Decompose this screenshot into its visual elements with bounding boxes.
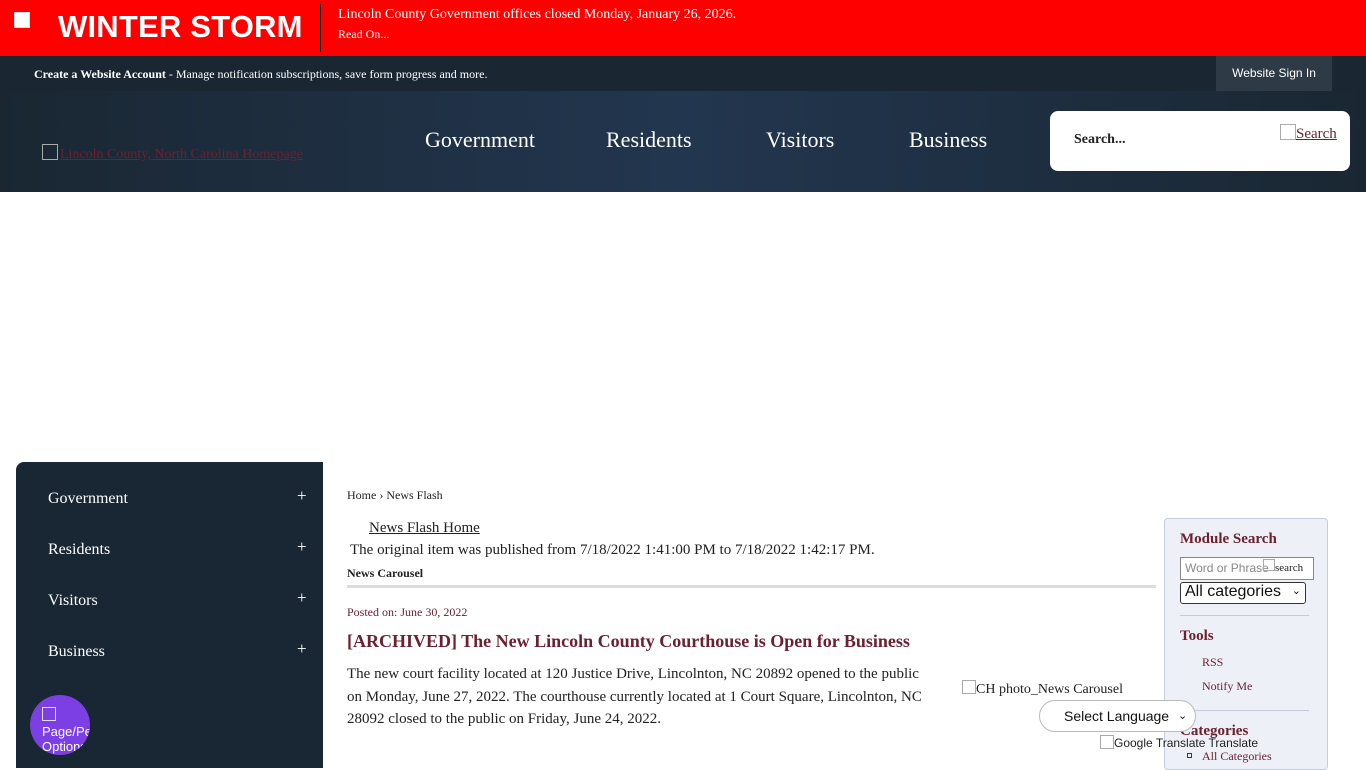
create-account-link[interactable]: Create a Website Account — [34, 67, 166, 81]
breadcrumb: Home › News Flash — [347, 488, 443, 503]
website-sign-in-button[interactable]: Website Sign In — [1216, 56, 1332, 91]
breadcrumb-separator: › — [379, 488, 384, 502]
google-translate-alt: Google Translate — [1114, 736, 1206, 750]
breadcrumb-home[interactable]: Home — [347, 488, 376, 502]
article-body: The new court facility located at 120 Ju… — [347, 666, 922, 727]
nav-visitors[interactable]: Visitors — [766, 127, 834, 153]
expand-government-icon[interactable]: + — [297, 486, 307, 506]
search-icon — [1280, 124, 1296, 140]
google-logo-icon — [1100, 735, 1114, 749]
site-logo[interactable]: Lincoln County, North Carolina Homepage — [42, 144, 303, 163]
select-language-label: Select Language — [1064, 708, 1170, 724]
search-button-label: Search — [1296, 126, 1337, 142]
translate-label: Translate — [1208, 736, 1259, 750]
nav-residents[interactable]: Residents — [606, 127, 692, 153]
article-headline[interactable]: [ARCHIVED] The New Lincoln County Courth… — [347, 631, 910, 652]
select-language-dropdown[interactable]: Select Language ⌄ — [1039, 700, 1196, 732]
module-search-button[interactable]: search — [1263, 559, 1303, 574]
photo-alt: CH photo_News Carousel — [976, 682, 1123, 697]
module-search-button-label: search — [1275, 562, 1304, 574]
article-category: News Carousel — [347, 566, 424, 580]
alert-image — [14, 12, 36, 44]
nav-government[interactable]: Government — [425, 127, 535, 153]
alert-bar: WINTER STORM Lincoln County Government o… — [0, 0, 1366, 56]
module-search-placeholder: Word or Phrase — [1185, 561, 1269, 575]
expand-business-icon[interactable]: + — [297, 639, 307, 659]
expand-visitors-icon[interactable]: + — [297, 588, 307, 608]
site-search-box[interactable]: Search... Search — [1050, 111, 1350, 171]
breadcrumb-current: News Flash — [386, 488, 443, 502]
list-bullet — [1187, 753, 1192, 758]
posted-date: Posted on: June 30, 2022 — [347, 605, 468, 619]
chevron-down-icon: ⌄ — [1178, 710, 1188, 722]
persona-label: Page/Persona Options — [42, 724, 90, 754]
account-bar: Create a Website Account - Manage notifi… — [0, 56, 1366, 91]
chevron-down-icon: ⌄ — [1291, 585, 1301, 597]
search-input[interactable]: Search... — [1074, 132, 1125, 148]
sidebar-item-residents[interactable]: Residents — [48, 541, 110, 559]
alert-message: Lincoln County Government offices closed… — [338, 7, 737, 22]
broken-image-icon — [42, 144, 58, 160]
nav-business[interactable]: Business — [909, 127, 987, 153]
persona-icon — [42, 707, 56, 721]
archive-note: The original item was published from 7/1… — [350, 542, 875, 558]
category-select-value: All categories — [1185, 583, 1282, 600]
tools-notify-me-link[interactable]: Notify Me — [1202, 679, 1252, 694]
alert-divider — [320, 4, 321, 52]
divider — [347, 585, 1156, 588]
sidebar-item-business[interactable]: Business — [48, 643, 105, 661]
sidebar-item-government[interactable]: Government — [48, 490, 128, 508]
expand-residents-icon[interactable]: + — [297, 537, 307, 557]
alert-title: WINTER STORM — [58, 9, 303, 44]
panel-divider — [1180, 710, 1309, 711]
sidebar-item-visitors[interactable]: Visitors — [48, 592, 98, 610]
tools-rss-link[interactable]: RSS — [1202, 655, 1223, 670]
account-text: Create a Website Account - Manage notifi… — [34, 67, 487, 82]
google-translate-attribution: Google Translate Translate — [1100, 735, 1258, 750]
category-all-link[interactable]: All Categories — [1202, 749, 1272, 764]
alert-read-on-link[interactable]: Read On... — [338, 27, 389, 42]
account-description: - Manage notification subscriptions, sav… — [165, 67, 488, 81]
tools-title: Tools — [1180, 628, 1214, 644]
site-header: Lincoln County, North Carolina Homepage … — [0, 91, 1366, 192]
category-select[interactable]: All categories ⌄ — [1180, 582, 1306, 604]
image-icon — [962, 680, 976, 694]
search-button[interactable]: Search — [1280, 124, 1337, 143]
news-flash-home-link[interactable]: News Flash Home — [369, 520, 480, 537]
logo-alt-text: Lincoln County, North Carolina Homepage — [60, 147, 303, 162]
persona-options-button[interactable]: Page/Persona Options — [30, 695, 90, 755]
search-icon — [1263, 559, 1275, 571]
article-photo: CH photo_News Carousel — [962, 680, 1123, 698]
panel-divider — [1180, 615, 1309, 616]
module-search-title: Module Search — [1180, 531, 1277, 547]
